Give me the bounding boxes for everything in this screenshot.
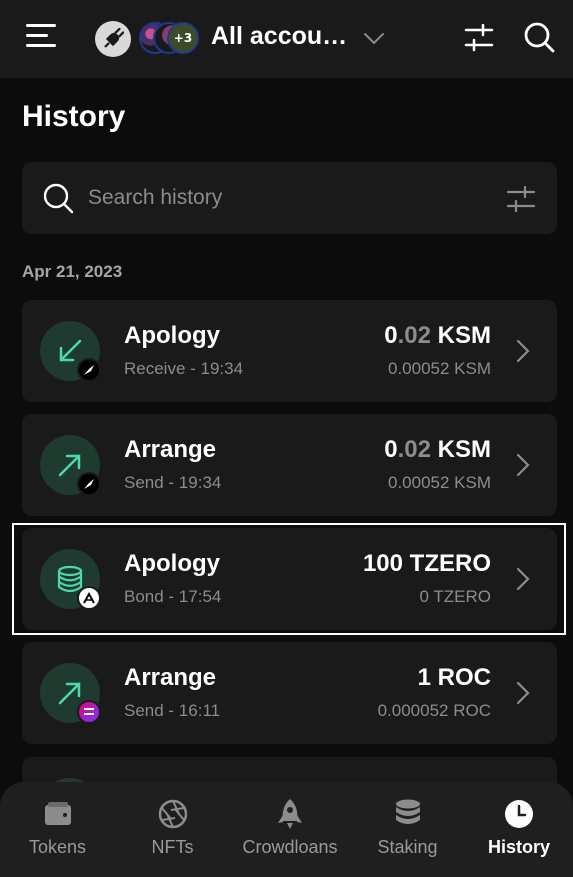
chevron-right-icon [515,680,531,710]
transaction-type-time: Send - 16:11 [124,701,221,720]
selection-highlight [12,523,566,635]
tab-staking[interactable]: Staking [350,782,465,877]
more-accounts-badge: +3 [167,22,199,54]
history-item[interactable]: Apology Receive - 19:34 0.02 KSM 0.00052… [22,300,557,402]
kusama-icon [77,358,101,382]
account-selector-label[interactable]: All accou… [211,22,347,51]
filter-icon[interactable] [506,185,536,216]
search-icon [42,182,74,218]
transaction-type-time: Receive - 19:34 [124,359,244,378]
aperture-icon [115,796,230,832]
transaction-fee: 0.00052 KSM [387,359,491,378]
search-bar [22,162,557,234]
transaction-name: Arrange [124,436,217,463]
clock-icon [465,796,573,832]
search-icon[interactable] [522,20,556,58]
chevron-down-icon[interactable] [362,26,386,54]
transaction-name: Apology [124,322,220,349]
settings-sliders-icon[interactable] [464,23,494,56]
history-item[interactable]: Arrange Send - 16:11 1 ROC 0.000052 ROC [22,642,557,744]
transaction-amount: 0.02 KSM [384,436,491,463]
transaction-amount: 1 ROC [417,664,491,691]
account-avatars[interactable]: +3 [139,22,199,54]
chevron-right-icon [515,338,531,368]
tab-crowdloans[interactable]: Crowdloans [230,782,350,877]
kusama-icon [77,472,101,496]
top-header: +3 All accou… [0,0,573,78]
rococo-icon [77,700,101,724]
history-item[interactable]: Arrange Send - 19:34 0.02 KSM 0.00052 KS… [22,414,557,516]
rocket-icon [230,796,350,832]
transaction-fee: 0.000052 ROC [377,701,491,720]
bottom-tab-bar: Tokens NFTs Crowdloans Staking History [0,782,573,877]
page-title: History [22,100,126,133]
tab-tokens[interactable]: Tokens [0,782,115,877]
menu-icon[interactable] [26,24,56,50]
transaction-type-time: Send - 19:34 [124,473,222,492]
plug-icon[interactable] [95,21,131,57]
transaction-fee: 0.00052 KSM [387,473,491,492]
tab-history[interactable]: History [465,782,573,877]
date-group-header: Apr 21, 2023 [22,262,123,281]
tab-nfts[interactable]: NFTs [115,782,230,877]
transaction-name: Arrange [124,664,217,691]
wallet-icon [0,796,115,832]
database-icon [350,796,465,832]
search-input[interactable] [88,182,468,214]
chevron-right-icon [515,452,531,482]
transaction-amount: 0.02 KSM [384,322,491,349]
